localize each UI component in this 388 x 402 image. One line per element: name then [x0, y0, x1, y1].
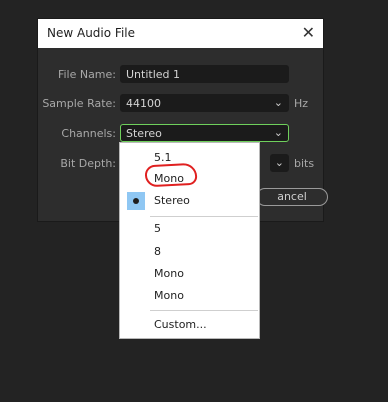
dialog-title: New Audio File: [47, 26, 135, 40]
menu-item-mono-3[interactable]: Mono: [120, 285, 259, 307]
channels-select[interactable]: Stereo ⌄: [120, 124, 289, 142]
bit-depth-label: Bit Depth:: [60, 157, 116, 170]
red-annotation-circle: [144, 162, 198, 188]
bit-depth-unit: bits: [294, 157, 315, 170]
chevron-down-icon: ⌄: [273, 96, 283, 109]
menu-separator: [150, 310, 258, 311]
menu-item-label: Mono: [154, 289, 184, 302]
sample-rate-select[interactable]: 44100 ⌄: [120, 94, 289, 112]
menu-item-custom[interactable]: Custom...: [120, 314, 259, 336]
close-icon[interactable]: ✕: [302, 23, 315, 42]
channels-value: Stereo: [126, 127, 162, 140]
channels-label: Channels:: [61, 127, 116, 140]
chevron-down-icon: ⌄: [274, 156, 284, 169]
chevron-down-icon: ⌄: [273, 126, 283, 139]
menu-separator: [150, 216, 258, 217]
sample-rate-label: Sample Rate:: [42, 97, 116, 110]
sample-rate-value: 44100: [126, 97, 161, 110]
sample-rate-unit: Hz: [294, 97, 309, 110]
menu-item-label: Custom...: [154, 318, 207, 331]
menu-item-5[interactable]: 5: [120, 218, 259, 240]
selected-indicator-icon: [127, 192, 145, 210]
menu-item-stereo[interactable]: Stereo: [120, 190, 259, 212]
menu-item-mono-2[interactable]: Mono: [120, 263, 259, 285]
menu-item-8[interactable]: 8: [120, 241, 259, 263]
file-name-label: File Name:: [57, 68, 116, 81]
dialog-titlebar: New Audio File ✕: [38, 19, 323, 48]
menu-item-label: 5: [154, 222, 161, 235]
bit-depth-select[interactable]: ⌄: [270, 154, 289, 172]
menu-item-label: Mono: [154, 267, 184, 280]
menu-item-label: Stereo: [154, 194, 190, 207]
file-name-input[interactable]: Untitled 1: [120, 65, 289, 83]
menu-item-label: 8: [154, 245, 161, 258]
cancel-button[interactable]: ancel: [256, 188, 328, 206]
